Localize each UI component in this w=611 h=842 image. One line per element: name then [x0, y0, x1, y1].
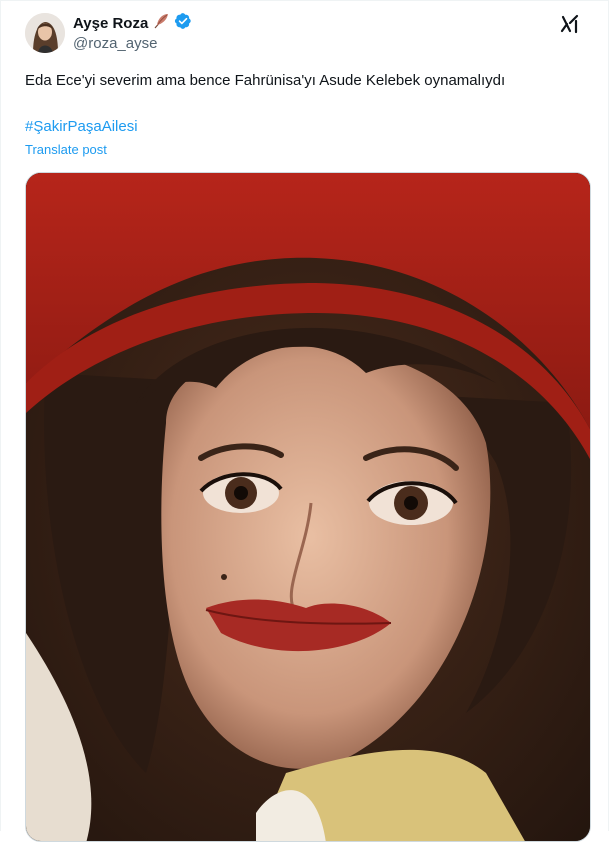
tweet-media-image[interactable]: [25, 172, 591, 842]
tweet-header: Ayşe Roza @roza_ayse: [25, 11, 585, 55]
hashtag-link[interactable]: #ŞakirPaşaAilesi: [25, 117, 138, 137]
translate-post-link[interactable]: Translate post: [25, 142, 107, 158]
portrait-photo: [26, 173, 590, 841]
feather-emoji-icon: [152, 12, 170, 35]
tweet-text: Eda Ece'yi severim ama bence Fahrünisa'y…: [25, 72, 506, 89]
author-handle[interactable]: @roza_ayse: [73, 35, 192, 52]
author-names: Ayşe Roza @roza_ayse: [73, 12, 192, 52]
verified-badge-icon: [174, 12, 192, 35]
grok-icon[interactable]: [559, 13, 581, 35]
avatar[interactable]: [25, 13, 65, 53]
author-display-name[interactable]: Ayşe Roza: [73, 15, 148, 32]
tweet-card[interactable]: Ayşe Roza @roza_ayse Eda Ece'yi severim …: [0, 0, 609, 842]
